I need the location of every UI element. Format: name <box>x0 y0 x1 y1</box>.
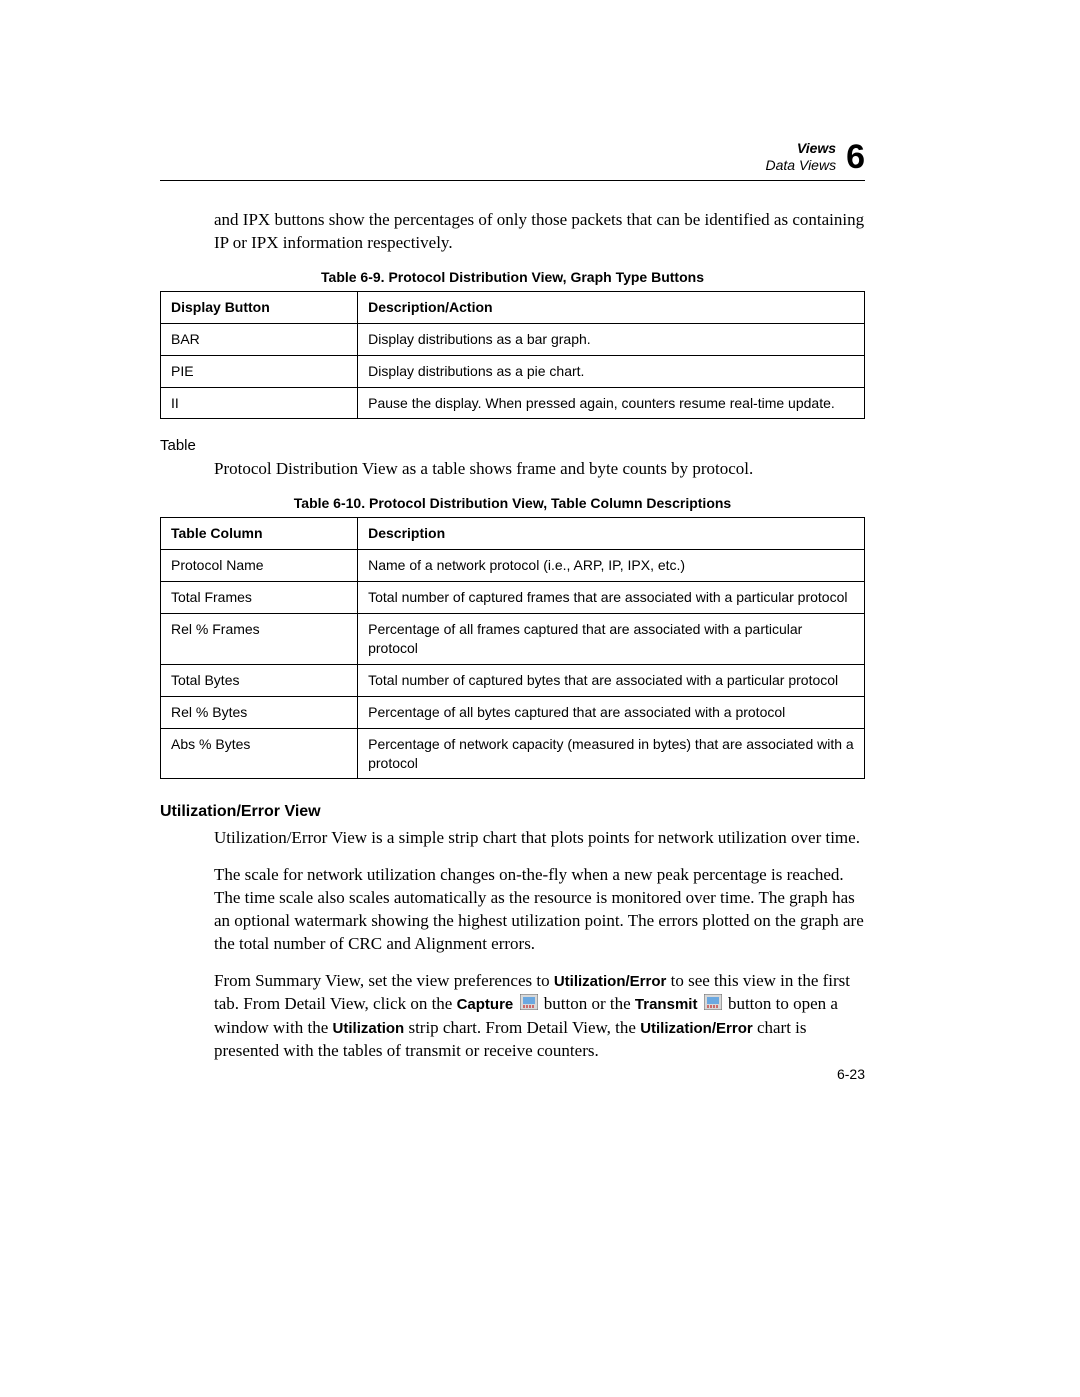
intro-paragraph: and IPX buttons show the percentages of … <box>214 209 865 255</box>
page-header: Views Data Views 6 <box>160 140 865 181</box>
table-row: Protocol Name Name of a network protocol… <box>161 550 865 582</box>
table-cell: Total Bytes <box>161 664 358 696</box>
table-cell: BAR <box>161 323 358 355</box>
table-6-9: Display Button Description/Action BAR Di… <box>160 291 865 420</box>
table-cell: Total number of captured frames that are… <box>358 582 865 614</box>
table-row: Rel % Frames Percentage of all frames ca… <box>161 614 865 665</box>
table-cell: Percentage of network capacity (measured… <box>358 728 865 779</box>
table-header-cell: Table Column <box>161 518 358 550</box>
bold-run: Transmit <box>635 996 698 1013</box>
table-header-cell: Description/Action <box>358 291 865 323</box>
table-cell: Protocol Name <box>161 550 358 582</box>
table-row: PIE Display distributions as a pie chart… <box>161 355 865 387</box>
table-cell: Percentage of all frames captured that a… <box>358 614 865 665</box>
table-cell: Display distributions as a pie chart. <box>358 355 865 387</box>
table-cell: II <box>161 387 358 419</box>
text-run: From Summary View, set the view preferen… <box>214 971 554 990</box>
table-row: II Pause the display. When pressed again… <box>161 387 865 419</box>
bold-run: Capture <box>457 996 514 1013</box>
util-paragraph-1: Utilization/Error View is a simple strip… <box>214 827 865 850</box>
capture-button-icon <box>520 994 538 1017</box>
table-cell: Name of a network protocol (i.e., ARP, I… <box>358 550 865 582</box>
table-6-10-caption: Table 6-10. Protocol Distribution View, … <box>160 495 865 511</box>
table-paragraph: Protocol Distribution View as a table sh… <box>214 458 865 481</box>
table-row: Total Bytes Total number of captured byt… <box>161 664 865 696</box>
bold-run: Utilization/Error <box>640 1020 753 1037</box>
table-cell: Display distributions as a bar graph. <box>358 323 865 355</box>
table-row: Abs % Bytes Percentage of network capaci… <box>161 728 865 779</box>
text-run: button or the <box>544 994 635 1013</box>
table-cell: Percentage of all bytes captured that ar… <box>358 696 865 728</box>
table-header-row: Table Column Description <box>161 518 865 550</box>
page-number: 6-23 <box>837 1066 865 1082</box>
util-paragraph-3: From Summary View, set the view preferen… <box>214 970 865 1062</box>
table-header-cell: Description <box>358 518 865 550</box>
text-run: strip chart. From Detail View, the <box>404 1018 640 1037</box>
util-paragraph-2: The scale for network utilization change… <box>214 864 865 956</box>
table-cell: PIE <box>161 355 358 387</box>
bold-run: Utilization <box>333 1020 405 1037</box>
table-cell: Pause the display. When pressed again, c… <box>358 387 865 419</box>
table-cell: Rel % Bytes <box>161 696 358 728</box>
table-cell: Rel % Frames <box>161 614 358 665</box>
table-row: Rel % Bytes Percentage of all bytes capt… <box>161 696 865 728</box>
utilization-error-heading: Utilization/Error View <box>160 803 865 821</box>
header-subsection: Data Views <box>766 157 837 174</box>
table-row: Total Frames Total number of captured fr… <box>161 582 865 614</box>
header-section: Views <box>766 140 837 157</box>
bold-run: Utilization/Error <box>554 973 667 990</box>
table-row: BAR Display distributions as a bar graph… <box>161 323 865 355</box>
table-header-row: Display Button Description/Action <box>161 291 865 323</box>
table-6-9-caption: Table 6-9. Protocol Distribution View, G… <box>160 269 865 285</box>
chapter-number: 6 <box>846 140 865 174</box>
table-cell: Total Frames <box>161 582 358 614</box>
table-cell: Abs % Bytes <box>161 728 358 779</box>
table-header-cell: Display Button <box>161 291 358 323</box>
table-cell: Total number of captured bytes that are … <box>358 664 865 696</box>
table-6-10: Table Column Description Protocol Name N… <box>160 517 865 779</box>
transmit-button-icon <box>704 994 722 1017</box>
table-subheading: Table <box>160 437 865 454</box>
